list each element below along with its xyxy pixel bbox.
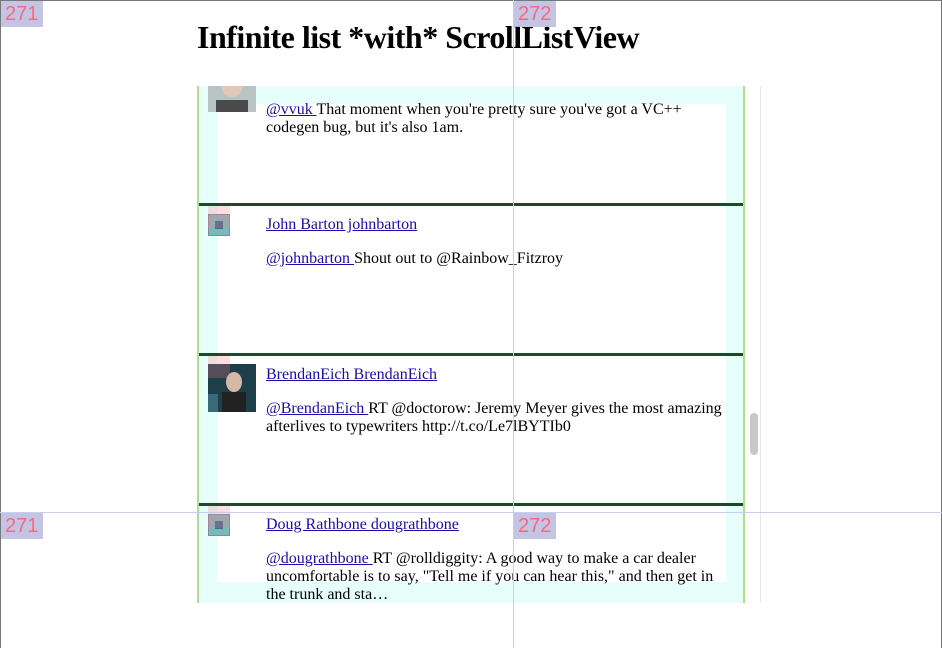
mention-link[interactable]: @johnbarton — [266, 250, 354, 267]
tile-label: 272 — [514, 513, 556, 539]
list-item: BrendanEich BrendanEich @BrendanEich RT … — [199, 356, 743, 506]
tweet-body: That moment when you're pretty sure you'… — [266, 101, 682, 136]
tile-overlay — [208, 506, 230, 528]
user-name-link[interactable]: John Barton johnbarton — [266, 216, 417, 234]
avatar — [208, 86, 256, 112]
scrollbar-thumb[interactable] — [750, 413, 758, 455]
tile-label: 272 — [514, 1, 556, 27]
mention-link[interactable]: @BrendanEich — [266, 400, 368, 417]
person-photo-icon — [208, 86, 256, 112]
list-item: Doug Rathbone dougrathbone @dougrathbone… — [199, 506, 743, 603]
tile-label: 271 — [1, 1, 43, 27]
tweet-text: @johnbarton Shout out to @Rainbow_Fitzro… — [266, 250, 736, 268]
window-frame-top — [0, 0, 942, 1]
scrollbar-edge — [760, 86, 761, 603]
user-name-link[interactable]: Doug Rathbone dougrathbone — [266, 516, 459, 534]
page-title: Infinite list *with* ScrollListView — [197, 19, 640, 55]
mention-link[interactable]: @vvuk — [266, 101, 316, 118]
tweet-text: @dougrathbone RT @rolldiggity: A good wa… — [266, 550, 736, 603]
list-item: John Barton johnbarton @johnbarton Shout… — [199, 206, 743, 356]
mention-link[interactable]: @dougrathbone — [266, 550, 373, 567]
list-item: @vvuk That moment when you're pretty sur… — [199, 86, 743, 186]
tile-label: 271 — [1, 513, 43, 539]
user-name-link[interactable]: BrendanEich BrendanEich — [266, 366, 437, 384]
tile-boundary-vertical — [513, 0, 514, 648]
tweet-text: @BrendanEich RT @doctorow: Jeremy Meyer … — [266, 400, 736, 436]
tile-boundary-horizontal — [0, 512, 942, 513]
tile-overlay — [208, 356, 230, 378]
tile-overlay — [208, 206, 230, 228]
window-frame-left — [0, 0, 1, 648]
scrollbar-track[interactable] — [747, 86, 761, 603]
tweet-body: Shout out to @Rainbow_Fitzroy — [354, 250, 564, 267]
scroll-list-view[interactable]: @vvuk That moment when you're pretty sur… — [197, 86, 745, 603]
tweet-text: @vvuk That moment when you're pretty sur… — [266, 101, 736, 137]
